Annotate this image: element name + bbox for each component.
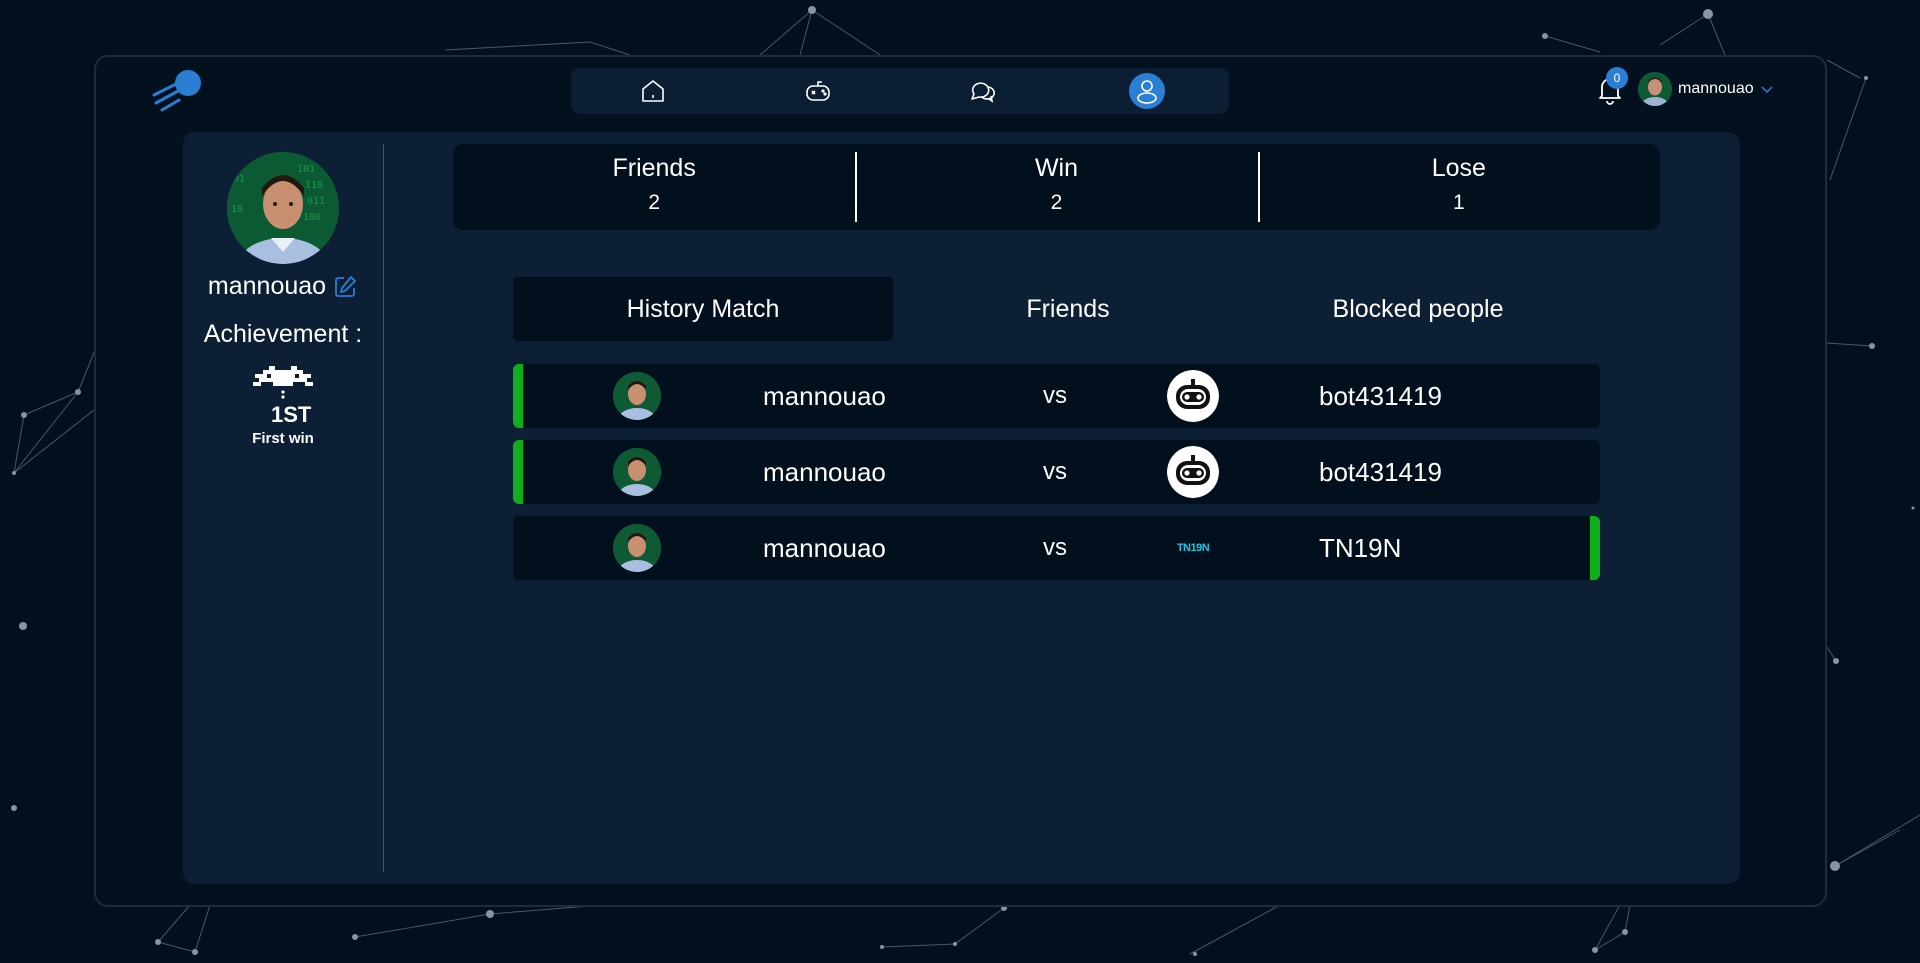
svg-text:01: 01 bbox=[233, 174, 245, 185]
main-navbar bbox=[571, 68, 1229, 114]
player-avatar bbox=[613, 524, 661, 572]
header-username: mannouao bbox=[1678, 80, 1754, 97]
svg-text:110: 110 bbox=[305, 180, 323, 191]
tab-blocked-people[interactable]: Blocked people bbox=[1243, 277, 1593, 341]
vs-label: vs bbox=[1043, 458, 1067, 485]
player-avatar bbox=[613, 448, 661, 496]
stat-value: 2 bbox=[648, 191, 660, 214]
app-window: 0 mannouao 101 110 011 100 01 10 mannoua… bbox=[94, 55, 1827, 907]
match-history-list: mannouao vs bot431419 mannouao vs bot431… bbox=[513, 364, 1600, 592]
avatar-photo bbox=[1638, 72, 1672, 106]
profile-username: mannouao bbox=[207, 272, 327, 300]
player-name: mannouao bbox=[763, 533, 886, 563]
opponent-avatar bbox=[1167, 446, 1219, 498]
edit-icon[interactable] bbox=[332, 274, 358, 300]
opponent-avatar: TN19N bbox=[1167, 522, 1219, 574]
svg-text:101: 101 bbox=[297, 164, 315, 175]
nav-chat-button[interactable] bbox=[964, 73, 1000, 109]
stat-win: Win 2 bbox=[855, 144, 1257, 230]
nav-profile-button[interactable] bbox=[1128, 73, 1165, 109]
robot-icon bbox=[1167, 446, 1219, 498]
svg-text:011: 011 bbox=[307, 196, 325, 207]
chat-icon bbox=[971, 82, 996, 103]
avatar bbox=[1638, 72, 1672, 106]
avatar-photo bbox=[613, 524, 661, 572]
profile-panel: 101 110 011 100 01 10 mannouao Achieveme… bbox=[183, 132, 1740, 884]
opponent-name: bot431419 bbox=[1319, 457, 1442, 487]
logo-icon[interactable] bbox=[148, 69, 208, 114]
home-icon bbox=[642, 80, 665, 102]
match-row[interactable]: mannouao vs bot431419 bbox=[513, 364, 1600, 428]
player-name: mannouao bbox=[763, 381, 886, 411]
robot-icon bbox=[1167, 370, 1219, 422]
opponent-name: bot431419 bbox=[1319, 381, 1442, 411]
badge-rank-text: 1ST bbox=[271, 402, 312, 427]
profile-tabs: History Match Friends Blocked people bbox=[513, 277, 1593, 341]
stat-label: Friends bbox=[612, 154, 696, 182]
stat-lose: Lose 1 bbox=[1257, 144, 1660, 230]
chevron-down-icon bbox=[1761, 86, 1773, 94]
achievement-title: Achievement : bbox=[203, 320, 363, 348]
nav-game-button[interactable] bbox=[800, 73, 836, 109]
stat-label: Win bbox=[1034, 154, 1079, 182]
tab-friends[interactable]: Friends bbox=[893, 277, 1243, 341]
vs-label: vs bbox=[1043, 534, 1067, 561]
profile-avatar: 101 110 011 100 01 10 bbox=[227, 152, 339, 264]
notification-badge: 0 bbox=[1606, 67, 1628, 89]
match-row[interactable]: mannouao vs bot431419 bbox=[513, 440, 1600, 504]
tab-history-match[interactable]: History Match bbox=[513, 277, 893, 341]
player-name: mannouao bbox=[763, 457, 886, 487]
avatar-photo bbox=[613, 448, 661, 496]
nav-home-button[interactable] bbox=[635, 73, 671, 109]
vertical-divider bbox=[383, 144, 384, 872]
player-avatar bbox=[613, 372, 661, 420]
stat-label: Lose bbox=[1431, 154, 1486, 182]
match-row[interactable]: mannouao vs TN19N TN19N bbox=[513, 516, 1600, 580]
tn19n-logo: TN19N bbox=[1176, 542, 1210, 554]
user-menu[interactable]: mannouao bbox=[1638, 71, 1774, 107]
vs-label: vs bbox=[1043, 382, 1067, 409]
svg-text:10: 10 bbox=[231, 204, 243, 215]
svg-text:100: 100 bbox=[303, 212, 321, 223]
profile-name-row: mannouao bbox=[183, 272, 383, 301]
stat-friends: Friends 2 bbox=[453, 144, 855, 230]
profile-sidebar: 101 110 011 100 01 10 mannouao Achieveme… bbox=[183, 132, 383, 884]
achievement-label: First win bbox=[252, 430, 314, 447]
stats-bar: Friends 2 Win 2 Lose 1 bbox=[453, 144, 1660, 230]
opponent-avatar bbox=[1167, 370, 1219, 422]
opponent-name: TN19N bbox=[1319, 533, 1402, 563]
gamepad-icon bbox=[805, 81, 830, 101]
stat-value: 1 bbox=[1452, 191, 1465, 214]
stat-value: 2 bbox=[1050, 191, 1063, 214]
profile-photo: 101 110 011 100 01 10 bbox=[227, 152, 339, 264]
avatar-photo bbox=[613, 372, 661, 420]
first-win-badge-icon: 1ST bbox=[253, 366, 313, 427]
profile-icon bbox=[1136, 80, 1157, 104]
